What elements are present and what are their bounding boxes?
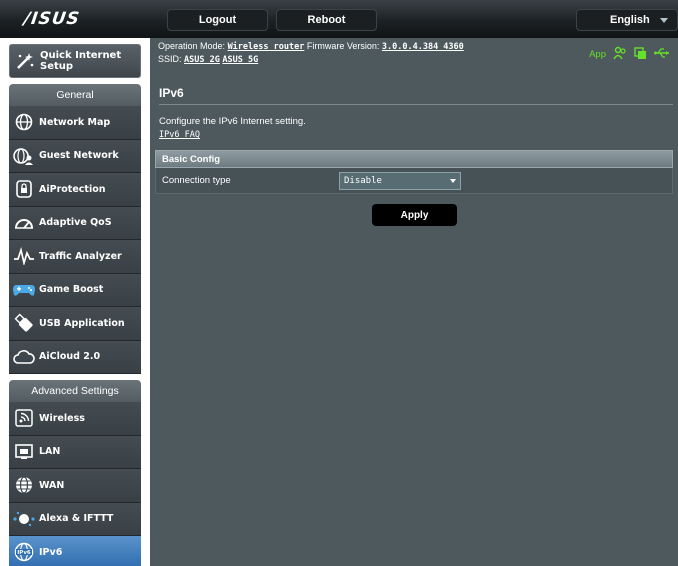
sidebar-item-label: LAN bbox=[39, 446, 61, 458]
sidebar-item-label: Traffic Analyzer bbox=[39, 250, 122, 262]
sidebar-item-label: Game Boost bbox=[39, 284, 104, 296]
advanced-menu: Wireless LAN WAN Alexa & IFTTT IPv6 IPv6 bbox=[9, 402, 141, 566]
quick-internet-setup-button[interactable]: Quick Internet Setup bbox=[9, 44, 141, 78]
usb-icon[interactable] bbox=[654, 47, 670, 61]
ssid-5g-link[interactable]: ASUS_5G bbox=[222, 55, 258, 65]
sidebar-item-label: AiCloud 2.0 bbox=[39, 351, 101, 363]
sidebar-item-label: AiProtection bbox=[39, 183, 106, 195]
sidebar-item-usb-application[interactable]: USB Application bbox=[9, 307, 141, 341]
advanced-settings-heading: Advanced Settings bbox=[9, 380, 141, 402]
firmware-version-link[interactable]: 3.0.0.4.384_4360 bbox=[382, 42, 464, 52]
connection-type-row: Connection type Disable bbox=[155, 168, 673, 194]
sidebar-item-label: Wireless bbox=[39, 412, 85, 424]
sidebar-item-ipv6[interactable]: IPv6 IPv6 bbox=[9, 536, 141, 566]
sidebar-item-label: USB Application bbox=[39, 317, 125, 329]
guest-network-icon bbox=[9, 141, 39, 171]
logout-button[interactable]: Logout bbox=[167, 9, 268, 31]
firmware-label: Firmware Version: bbox=[306, 41, 380, 51]
ssid-label: SSID: bbox=[158, 54, 182, 64]
connection-type-value: Disable bbox=[344, 175, 382, 186]
basic-config-table: Basic Config Connection type Disable bbox=[155, 150, 673, 194]
sidebar-item-guest-network[interactable]: Guest Network bbox=[9, 139, 141, 173]
sidebar-item-label: Guest Network bbox=[39, 150, 119, 162]
page-title: IPv6 bbox=[159, 86, 184, 100]
users-icon[interactable] bbox=[613, 46, 627, 62]
dropdown-arrow-icon bbox=[450, 178, 456, 183]
basic-config-heading: Basic Config bbox=[155, 150, 673, 168]
sidebar-item-wireless[interactable]: Wireless bbox=[9, 402, 141, 436]
title-divider bbox=[159, 104, 673, 105]
aicloud-icon bbox=[9, 342, 39, 372]
sidebar-item-label: WAN bbox=[39, 479, 65, 491]
top-bar: /ISUS Logout Reboot English bbox=[0, 0, 678, 38]
language-label: English bbox=[610, 14, 650, 26]
usb-application-icon bbox=[9, 308, 39, 338]
traffic-analyzer-icon bbox=[9, 241, 39, 271]
wan-icon bbox=[9, 470, 39, 500]
game-boost-icon bbox=[9, 275, 39, 305]
lan-icon bbox=[9, 437, 39, 467]
quick-setup-wand-icon bbox=[10, 46, 40, 76]
operation-mode-label: Operation Mode: bbox=[158, 41, 226, 51]
ipv6-panel: IPv6 Configure the IPv6 Internet setting… bbox=[155, 74, 673, 566]
ipv6-faq-link[interactable]: IPv6 FAQ bbox=[159, 130, 200, 140]
connection-type-select[interactable]: Disable bbox=[339, 171, 461, 190]
sidebar-item-aiprotection[interactable]: AiProtection bbox=[9, 173, 141, 207]
apply-button[interactable]: Apply bbox=[372, 204, 457, 226]
quick-setup-label: Quick Internet Setup bbox=[40, 50, 122, 72]
sidebar: Quick Internet Setup General Network Map… bbox=[0, 38, 150, 566]
operation-mode-link[interactable]: Wireless router bbox=[228, 42, 305, 52]
status-icons: App bbox=[589, 46, 670, 62]
ipv6-icon: IPv6 bbox=[9, 537, 39, 566]
copy-icon[interactable] bbox=[634, 46, 647, 62]
page-description: Configure the IPv6 Internet setting. bbox=[159, 116, 306, 127]
ssid-2g-link[interactable]: ASUS_2G bbox=[184, 55, 220, 65]
general-heading: General bbox=[9, 84, 141, 106]
svg-text:IPv6: IPv6 bbox=[17, 550, 31, 556]
sidebar-item-label: Alexa & IFTTT bbox=[39, 513, 114, 525]
language-select[interactable]: English bbox=[576, 9, 678, 31]
sidebar-item-label: Adaptive QoS bbox=[39, 217, 112, 229]
sidebar-item-label: Network Map bbox=[39, 116, 111, 128]
sidebar-item-aicloud[interactable]: AiCloud 2.0 bbox=[9, 340, 141, 374]
sidebar-item-label: IPv6 bbox=[39, 546, 63, 558]
sidebar-item-network-map[interactable]: Network Map bbox=[9, 106, 141, 140]
sidebar-item-wan[interactable]: WAN bbox=[9, 469, 141, 503]
alexa-ifttt-icon bbox=[9, 504, 39, 534]
adaptive-qos-icon bbox=[9, 208, 39, 238]
main-content: IPv6 Configure the IPv6 Internet setting… bbox=[150, 74, 678, 566]
sidebar-item-alexa-ifttt[interactable]: Alexa & IFTTT bbox=[9, 502, 141, 536]
sidebar-item-lan[interactable]: LAN bbox=[9, 435, 141, 469]
chevron-down-icon bbox=[660, 18, 668, 23]
sidebar-item-adaptive-qos[interactable]: Adaptive QoS bbox=[9, 206, 141, 240]
asus-logo[interactable]: /ISUS bbox=[23, 9, 82, 29]
general-menu: Network Map Guest Network AiProtection A… bbox=[9, 106, 141, 374]
sidebar-item-traffic-analyzer[interactable]: Traffic Analyzer bbox=[9, 240, 141, 274]
sidebar-item-game-boost[interactable]: Game Boost bbox=[9, 273, 141, 307]
wireless-icon bbox=[9, 403, 39, 433]
app-link[interactable]: App bbox=[589, 49, 606, 60]
connection-type-label: Connection type bbox=[162, 175, 231, 186]
reboot-button[interactable]: Reboot bbox=[276, 9, 377, 31]
status-bar: Operation Mode: Wireless router Firmware… bbox=[150, 38, 678, 74]
aiprotection-icon bbox=[9, 174, 39, 204]
network-map-icon bbox=[9, 107, 39, 137]
